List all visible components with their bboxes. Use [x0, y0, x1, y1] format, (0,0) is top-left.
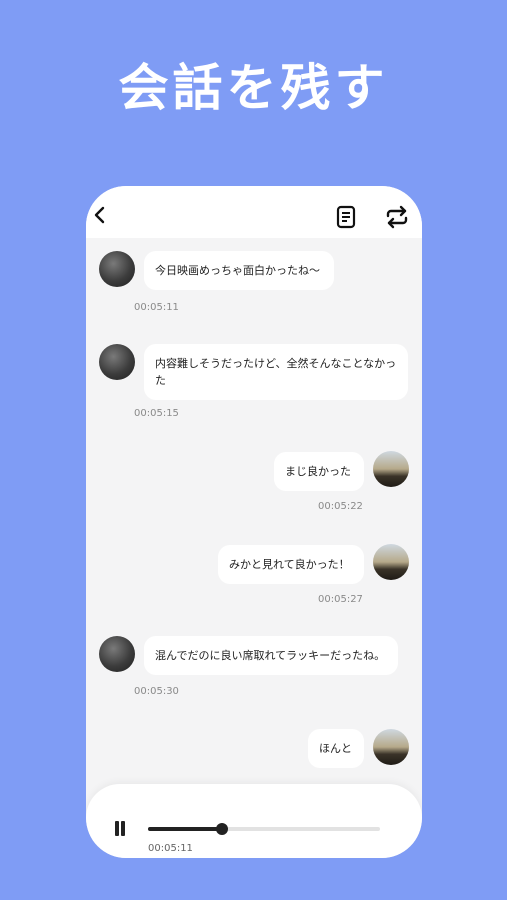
document-icon[interactable] — [336, 205, 356, 229]
progress-slider[interactable] — [148, 823, 380, 835]
avatar — [373, 544, 409, 580]
top-bar — [86, 186, 422, 238]
avatar — [373, 729, 409, 765]
message-bubble: 混んでだのに良い席取れてラッキーだったね。 — [144, 636, 398, 675]
message-time: 00:05:11 — [134, 302, 179, 313]
message-bubble: まじ良かった — [274, 452, 364, 491]
message-bubble: 内容難しそうだったけど、全然そんなことなかった — [144, 344, 408, 400]
message-bubble: 今日映画めっちゃ面白かったね〜 — [144, 251, 334, 290]
avatar — [99, 636, 135, 672]
message-time: 00:05:27 — [318, 594, 363, 605]
message-bubble: みかと見れて良かった！ — [218, 545, 364, 584]
message-time: 00:05:22 — [318, 501, 363, 512]
avatar — [373, 451, 409, 487]
audio-player: 00:05:11 — [86, 784, 422, 858]
slider-thumb[interactable] — [216, 823, 229, 835]
progress-fill — [148, 827, 223, 831]
pause-icon[interactable] — [113, 821, 127, 837]
repeat-icon[interactable] — [383, 205, 411, 229]
current-time: 00:05:11 — [148, 843, 193, 854]
headline: 会話を残す — [118, 59, 389, 117]
phone-screen: 今日映画めっちゃ面白かったね〜 00:05:11 内容難しそうだったけど、全然そ… — [86, 186, 422, 858]
chevron-left-icon[interactable] — [92, 206, 108, 224]
message-time: 00:05:30 — [134, 686, 179, 697]
message-time: 00:05:15 — [134, 408, 179, 419]
avatar — [99, 251, 135, 287]
message-bubble: ほんと — [308, 729, 364, 768]
avatar — [99, 344, 135, 380]
